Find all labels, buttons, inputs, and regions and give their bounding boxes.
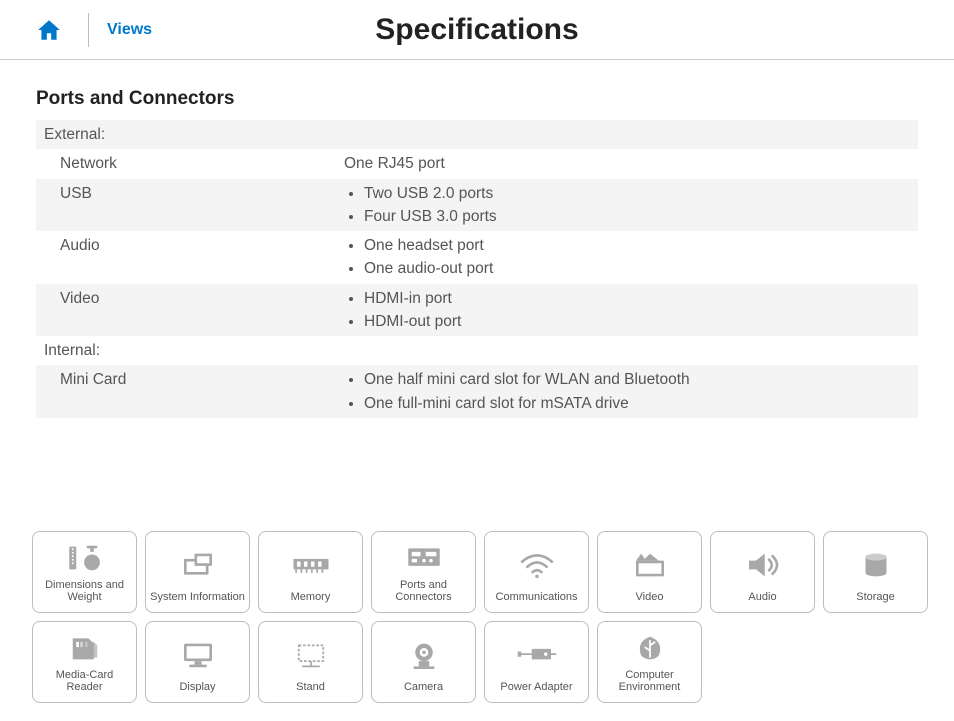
ports-icon	[403, 538, 445, 579]
group-heading-row: External:	[36, 120, 918, 149]
spec-label: Mini Card	[44, 368, 344, 415]
spec-row: Video HDMI-in port HDMI-out port	[36, 284, 918, 337]
views-link[interactable]: Views	[107, 21, 152, 39]
spec-list-item: One headset port	[364, 234, 918, 257]
tile-ports-connectors[interactable]: Ports and Connectors	[371, 531, 476, 613]
tile-label: System Information	[150, 591, 245, 604]
spec-list-item: HDMI-in port	[364, 287, 918, 310]
media-card-icon	[64, 628, 106, 669]
spec-label: Network	[44, 152, 344, 175]
spec-list-item: Two USB 2.0 ports	[364, 182, 918, 205]
group-heading-row: Internal:	[36, 336, 918, 365]
spec-row: USB Two USB 2.0 ports Four USB 3.0 ports	[36, 179, 918, 232]
video-icon	[629, 538, 671, 591]
tile-media-card-reader[interactable]: Media-Card Reader	[32, 621, 137, 703]
tile-label: Video	[636, 591, 664, 604]
spec-list-item: One half mini card slot for WLAN and Blu…	[364, 368, 918, 391]
storage-icon	[855, 538, 897, 591]
tile-display[interactable]: Display	[145, 621, 250, 703]
tile-communications[interactable]: Communications	[484, 531, 589, 613]
tile-label: Media-Card Reader	[37, 669, 132, 694]
spec-value: One headset port One audio-out port	[344, 234, 918, 281]
wifi-icon	[516, 538, 558, 591]
group-heading: External:	[44, 123, 344, 146]
spec-list-item: HDMI-out port	[364, 310, 918, 333]
tile-power-adapter[interactable]: Power Adapter	[484, 621, 589, 703]
memory-icon	[290, 538, 332, 591]
system-info-icon	[177, 538, 219, 591]
tile-label: Computer Environment	[602, 669, 697, 694]
tile-label: Stand	[296, 681, 325, 694]
dimensions-icon	[64, 538, 106, 579]
tile-audio[interactable]: Audio	[710, 531, 815, 613]
tile-stand[interactable]: Stand	[258, 621, 363, 703]
tile-memory[interactable]: Memory	[258, 531, 363, 613]
spec-label: USB	[44, 182, 344, 229]
tile-label: Power Adapter	[500, 681, 572, 694]
tile-video[interactable]: Video	[597, 531, 702, 613]
spec-table: External: Network One RJ45 port USB Two …	[36, 120, 918, 418]
group-heading: Internal:	[44, 339, 344, 362]
camera-icon	[403, 628, 445, 681]
tile-label: Memory	[291, 591, 331, 604]
spec-row: Network One RJ45 port	[36, 149, 918, 178]
home-icon[interactable]	[36, 17, 62, 43]
tile-storage[interactable]: Storage	[823, 531, 928, 613]
tile-label: Ports and Connectors	[376, 579, 471, 604]
content-area: Ports and Connectors External: Network O…	[0, 60, 954, 418]
spec-list-item: Four USB 3.0 ports	[364, 205, 918, 228]
section-title: Ports and Connectors	[36, 88, 918, 110]
tile-label: Camera	[404, 681, 443, 694]
display-icon	[177, 628, 219, 681]
environment-icon	[629, 628, 671, 669]
power-adapter-icon	[516, 628, 558, 681]
tile-label: Communications	[496, 591, 578, 604]
header-bar: Views Specifications	[0, 0, 954, 60]
spec-row: Audio One headset port One audio-out por…	[36, 231, 918, 284]
tile-label: Audio	[748, 591, 776, 604]
tile-computer-environment[interactable]: Computer Environment	[597, 621, 702, 703]
audio-icon	[742, 538, 784, 591]
spec-value: Two USB 2.0 ports Four USB 3.0 ports	[344, 182, 918, 229]
spec-value: One RJ45 port	[344, 152, 918, 175]
spec-list-item: One audio-out port	[364, 257, 918, 280]
tile-label: Storage	[856, 591, 895, 604]
tile-label: Dimensions and Weight	[37, 579, 132, 604]
spec-label: Audio	[44, 234, 344, 281]
spec-row: Mini Card One half mini card slot for WL…	[36, 365, 918, 418]
tile-system-information[interactable]: System Information	[145, 531, 250, 613]
spec-value: HDMI-in port HDMI-out port	[344, 287, 918, 334]
tile-dimensions-weight[interactable]: Dimensions and Weight	[32, 531, 137, 613]
nav-tiles: Dimensions and Weight System Information…	[32, 531, 932, 703]
tile-label: Display	[179, 681, 215, 694]
spec-list-item: One full-mini card slot for mSATA drive	[364, 392, 918, 415]
header-separator	[88, 13, 89, 47]
spec-label: Video	[44, 287, 344, 334]
spec-value: One half mini card slot for WLAN and Blu…	[344, 368, 918, 415]
tile-camera[interactable]: Camera	[371, 621, 476, 703]
stand-icon	[290, 628, 332, 681]
